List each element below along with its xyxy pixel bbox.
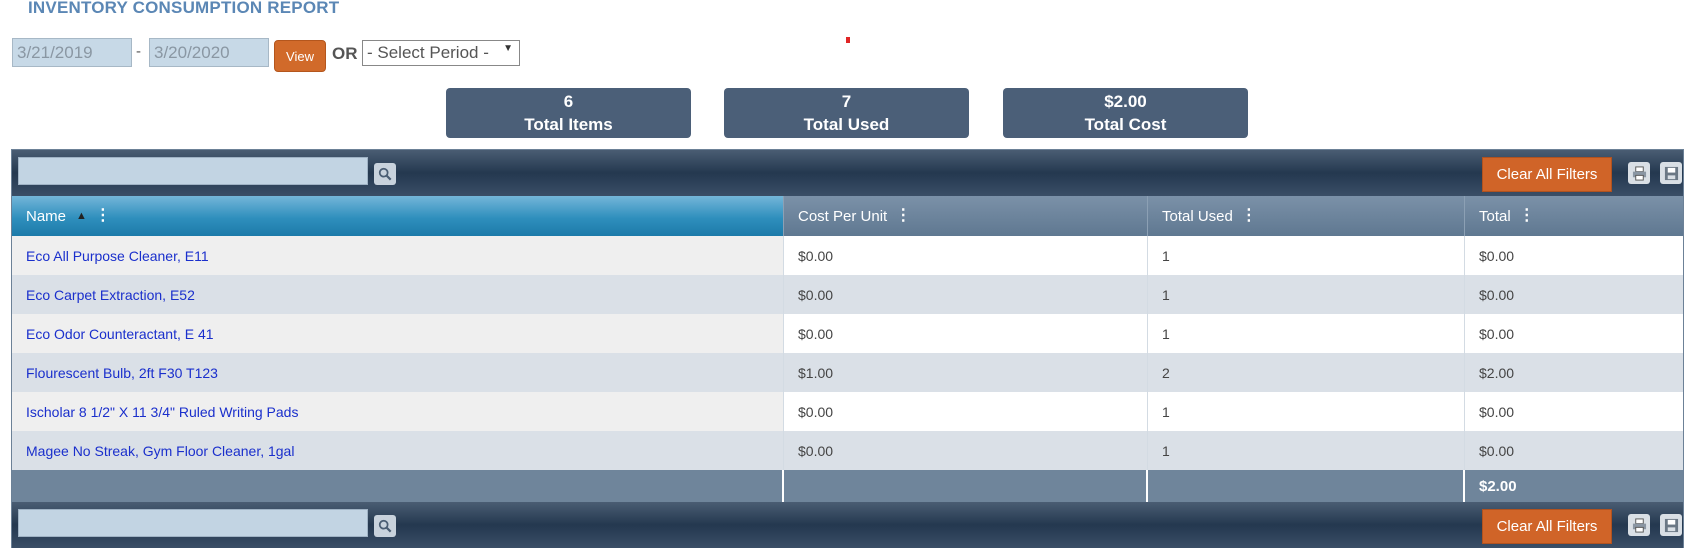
search-icon bbox=[378, 167, 392, 181]
cost-per-unit-cell: $0.00 bbox=[784, 275, 1148, 314]
print-button[interactable] bbox=[1628, 514, 1650, 536]
table-row: Eco Odor Counteractant, E 41 $0.00 1 $0.… bbox=[12, 314, 1683, 353]
total-used-cell: 2 bbox=[1148, 353, 1465, 392]
period-select-value: - Select Period - bbox=[367, 43, 489, 62]
cost-per-unit-cell: $0.00 bbox=[784, 314, 1148, 353]
item-name-link[interactable]: Eco Odor Counteractant, E 41 bbox=[12, 314, 784, 353]
save-button[interactable] bbox=[1660, 514, 1682, 536]
grid-footer-row: $2.00 bbox=[12, 470, 1683, 502]
item-name-link[interactable]: Flourescent Bulb, 2ft F30 T123 bbox=[12, 353, 784, 392]
column-label: Cost Per Unit bbox=[798, 207, 888, 225]
date-to-input[interactable] bbox=[149, 38, 269, 67]
cost-per-unit-cell: $1.00 bbox=[784, 353, 1148, 392]
table-row: Flourescent Bulb, 2ft F30 T123 $1.00 2 $… bbox=[12, 353, 1683, 392]
column-label: Total Used bbox=[1162, 207, 1233, 225]
cost-per-unit-cell: $0.00 bbox=[784, 431, 1148, 470]
date-separator: - bbox=[136, 43, 141, 60]
search-button[interactable] bbox=[374, 163, 396, 185]
search-input[interactable] bbox=[18, 509, 368, 537]
total-used-cell: 1 bbox=[1148, 314, 1465, 353]
grid-header: Name ▲ ⋮ Cost Per Unit ⋮ Total Used ⋮ To… bbox=[12, 196, 1683, 236]
column-header-cost-per-unit[interactable]: Cost Per Unit ⋮ bbox=[784, 196, 1148, 236]
footer-cell bbox=[784, 470, 1148, 502]
column-menu-icon[interactable]: ⋮ bbox=[1241, 208, 1257, 224]
item-name-link[interactable]: Magee No Streak, Gym Floor Cleaner, 1gal bbox=[12, 431, 784, 470]
clear-all-filters-button[interactable]: Clear All Filters bbox=[1482, 157, 1612, 192]
or-label: OR bbox=[332, 44, 358, 63]
total-cell: $0.00 bbox=[1465, 314, 1683, 353]
stat-label: Total Cost bbox=[1084, 115, 1167, 134]
footer-cell bbox=[1148, 470, 1465, 502]
total-used-cell: 1 bbox=[1148, 431, 1465, 470]
table-row: Magee No Streak, Gym Floor Cleaner, 1gal… bbox=[12, 431, 1683, 470]
footer-total: $2.00 bbox=[1479, 477, 1517, 495]
save-icon bbox=[1664, 518, 1678, 532]
footer-cell bbox=[12, 470, 784, 502]
report-title: INVENTORY CONSUMPTION REPORT bbox=[28, 0, 340, 17]
date-from-input[interactable] bbox=[12, 38, 132, 67]
table-row: Eco Carpet Extraction, E52 $0.00 1 $0.00 bbox=[12, 275, 1683, 314]
print-button[interactable] bbox=[1628, 162, 1650, 184]
total-used-cell: 1 bbox=[1148, 275, 1465, 314]
search-input[interactable] bbox=[18, 157, 368, 185]
print-icon bbox=[1632, 517, 1646, 533]
column-menu-icon[interactable]: ⋮ bbox=[895, 208, 911, 224]
table-row: Ischolar 8 1/2" X 11 3/4" Ruled Writing … bbox=[12, 392, 1683, 431]
column-label: Total bbox=[1479, 207, 1511, 225]
item-name-link[interactable]: Eco Carpet Extraction, E52 bbox=[12, 275, 784, 314]
stat-value: 7 bbox=[841, 92, 852, 111]
grid-toolbar-bottom: Clear All Filters bbox=[12, 502, 1683, 548]
table-row: Eco All Purpose Cleaner, E11 $0.00 1 $0.… bbox=[12, 236, 1683, 275]
total-cell: $0.00 bbox=[1465, 392, 1683, 431]
save-icon bbox=[1664, 166, 1678, 180]
total-cell: $0.00 bbox=[1465, 431, 1683, 470]
stat-value: $2.00 bbox=[1104, 92, 1147, 111]
period-select[interactable]: - Select Period - ▼ bbox=[362, 40, 520, 66]
stat-value: 6 bbox=[563, 92, 574, 111]
clear-all-filters-button[interactable]: Clear All Filters bbox=[1482, 509, 1612, 544]
total-cell: $0.00 bbox=[1465, 236, 1683, 275]
column-header-total[interactable]: Total ⋮ bbox=[1465, 196, 1683, 236]
stat-label: Total Items bbox=[524, 115, 613, 134]
column-menu-icon[interactable]: ⋮ bbox=[1519, 208, 1535, 224]
stat-label: Total Used bbox=[803, 115, 890, 134]
item-name-link[interactable]: Eco All Purpose Cleaner, E11 bbox=[12, 236, 784, 275]
item-name-link[interactable]: Ischolar 8 1/2" X 11 3/4" Ruled Writing … bbox=[12, 392, 784, 431]
red-marker bbox=[846, 37, 850, 43]
stat-total-items: 6 Total Items bbox=[446, 88, 691, 138]
column-header-total-used[interactable]: Total Used ⋮ bbox=[1148, 196, 1465, 236]
total-used-cell: 1 bbox=[1148, 392, 1465, 431]
print-icon bbox=[1632, 165, 1646, 181]
column-header-name[interactable]: Name ▲ ⋮ bbox=[12, 196, 784, 236]
search-icon bbox=[378, 519, 392, 533]
save-button[interactable] bbox=[1660, 162, 1682, 184]
view-button[interactable]: View bbox=[274, 40, 326, 72]
stat-total-cost: $2.00 Total Cost bbox=[1003, 88, 1248, 138]
total-used-cell: 1 bbox=[1148, 236, 1465, 275]
cost-per-unit-cell: $0.00 bbox=[784, 392, 1148, 431]
column-menu-icon[interactable]: ⋮ bbox=[95, 208, 111, 224]
column-label: Name bbox=[26, 207, 67, 225]
stat-total-used: 7 Total Used bbox=[724, 88, 969, 138]
search-button[interactable] bbox=[374, 515, 396, 537]
grid-toolbar-top: Clear All Filters bbox=[12, 150, 1683, 196]
chevron-down-icon: ▼ bbox=[503, 43, 513, 54]
cost-per-unit-cell: $0.00 bbox=[784, 236, 1148, 275]
total-cell: $2.00 bbox=[1465, 353, 1683, 392]
total-cell: $0.00 bbox=[1465, 275, 1683, 314]
consumption-grid: Clear All Filters Name ▲ ⋮ Cost Per Unit… bbox=[11, 149, 1684, 548]
sort-ascending-icon: ▲ bbox=[76, 210, 87, 222]
